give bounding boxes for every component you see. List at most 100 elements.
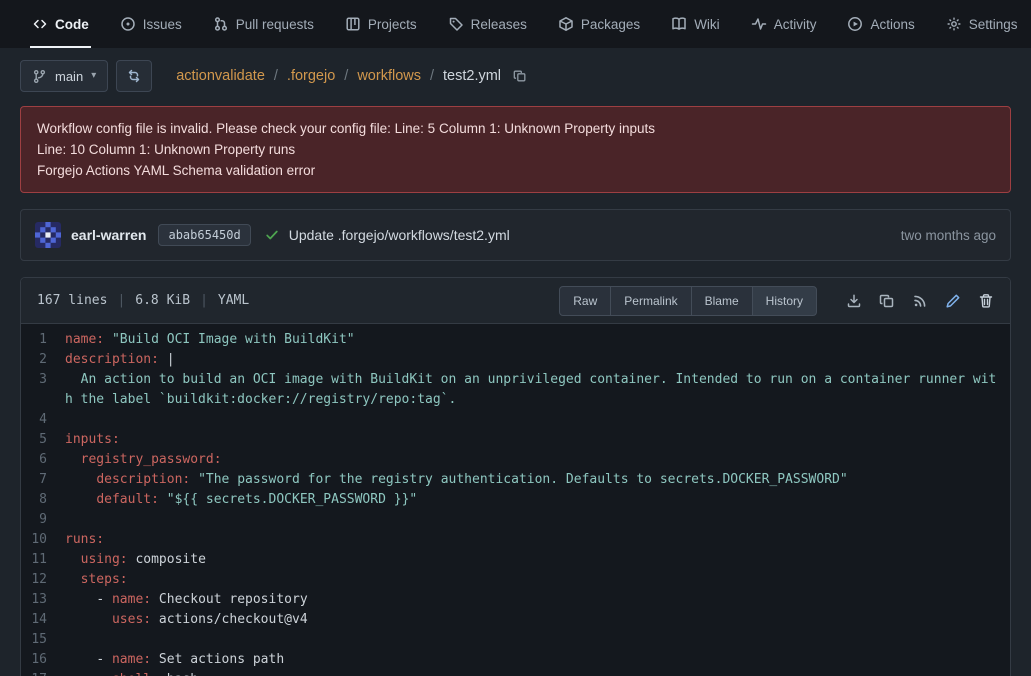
latest-commit-bar: earl-warren abab65450d Update .forgejo/w… <box>20 209 1011 261</box>
line-number[interactable]: 11 <box>21 550 65 570</box>
projects-icon <box>345 16 361 32</box>
tab-wiki[interactable]: Wiki <box>669 0 722 48</box>
tab-issues[interactable]: Issues <box>118 0 184 48</box>
line-number[interactable]: 8 <box>21 490 65 510</box>
line-number[interactable]: 1 <box>21 330 65 350</box>
copy-content-button[interactable] <box>875 289 899 313</box>
commit-message[interactable]: Update .forgejo/workflows/test2.yml <box>289 227 510 243</box>
pencil-icon <box>945 293 961 309</box>
line-number[interactable]: 9 <box>21 510 65 530</box>
raw-button[interactable]: Raw <box>559 286 611 316</box>
file-view: 167 lines | 6.8 KiB | YAML Raw Permalink… <box>20 277 1011 676</box>
line-content: runs: <box>65 530 1010 550</box>
breadcrumb-repo-link[interactable]: actionvalidate <box>176 68 265 84</box>
line-number[interactable]: 5 <box>21 430 65 450</box>
line-number[interactable]: 12 <box>21 570 65 590</box>
line-content: uses: actions/checkout@v4 <box>65 610 1010 630</box>
line-number[interactable]: 16 <box>21 650 65 670</box>
code-line: 11 using: composite <box>21 550 1010 570</box>
copy-icon <box>879 293 895 309</box>
commit-time: two months ago <box>901 228 996 243</box>
compare-button[interactable] <box>116 60 152 92</box>
line-number[interactable]: 13 <box>21 590 65 610</box>
line-content: using: composite <box>65 550 1010 570</box>
line-content <box>65 410 1010 430</box>
package-icon <box>558 16 574 32</box>
pull-request-icon <box>213 16 229 32</box>
avatar[interactable] <box>35 222 61 248</box>
copy-path-button[interactable] <box>513 69 527 83</box>
line-content: name: "Build OCI Image with BuildKit" <box>65 330 1010 350</box>
tab-releases[interactable]: Releases <box>446 0 529 48</box>
line-number[interactable]: 14 <box>21 610 65 630</box>
tab-label: Activity <box>774 17 817 32</box>
branch-name: main <box>55 69 83 84</box>
tab-pull-requests[interactable]: Pull requests <box>211 0 316 48</box>
tab-settings[interactable]: Settings <box>944 0 1020 48</box>
tab-code[interactable]: Code <box>30 0 91 48</box>
line-content: registry_password: <box>65 450 1010 470</box>
breadcrumb: actionvalidate / .forgejo / workflows / … <box>176 68 527 84</box>
error-line: Line: 10 Column 1: Unknown Property runs <box>37 139 994 160</box>
pulse-icon <box>751 16 767 32</box>
file-actions: Raw Permalink Blame History <box>559 286 998 316</box>
book-icon <box>671 16 687 32</box>
tab-activity[interactable]: Activity <box>749 0 819 48</box>
line-number[interactable]: 2 <box>21 350 65 370</box>
breadcrumb-separator: / <box>274 68 278 84</box>
permalink-button[interactable]: Permalink <box>610 286 691 316</box>
line-content: inputs: <box>65 430 1010 450</box>
history-button[interactable]: History <box>752 286 817 316</box>
download-icon <box>846 293 862 309</box>
code-line: 2description: | <box>21 350 1010 370</box>
rss-icon <box>912 293 928 309</box>
play-circle-icon <box>847 16 863 32</box>
download-button[interactable] <box>842 289 866 313</box>
file-language: YAML <box>218 293 249 308</box>
line-number[interactable]: 10 <box>21 530 65 550</box>
line-content: An action to build an OCI image with Bui… <box>65 370 1010 410</box>
code-line: 7 description: "The password for the reg… <box>21 470 1010 490</box>
error-line: Workflow config file is invalid. Please … <box>37 118 994 139</box>
top-nav: Code Issues Pull requests Projects Relea… <box>0 0 1031 48</box>
line-number[interactable]: 15 <box>21 630 65 650</box>
commit-sha-badge[interactable]: abab65450d <box>158 224 250 246</box>
error-line: Forgejo Actions YAML Schema validation e… <box>37 160 994 181</box>
breadcrumb-dir-link[interactable]: .forgejo <box>287 68 335 84</box>
line-number[interactable]: 7 <box>21 470 65 490</box>
line-content <box>65 630 1010 650</box>
file-meta: 167 lines | 6.8 KiB | YAML <box>37 293 249 308</box>
issue-icon <box>120 16 136 32</box>
tab-actions[interactable]: Actions <box>845 0 916 48</box>
code-line: 6 registry_password: <box>21 450 1010 470</box>
blame-button[interactable]: Blame <box>691 286 753 316</box>
trash-icon <box>978 293 994 309</box>
code-line: 16 - name: Set actions path <box>21 650 1010 670</box>
tab-label: Pull requests <box>236 17 314 32</box>
line-content: shell: bash <box>65 670 1010 676</box>
breadcrumb-dir-link[interactable]: workflows <box>357 68 421 84</box>
breadcrumb-current-file: test2.yml <box>443 68 501 84</box>
line-content: - name: Set actions path <box>65 650 1010 670</box>
edit-file-button[interactable] <box>941 289 965 313</box>
delete-file-button[interactable] <box>974 289 998 313</box>
tab-label: Packages <box>581 17 640 32</box>
line-number[interactable]: 3 <box>21 370 65 410</box>
branch-selector[interactable]: main ▾ <box>20 60 108 92</box>
tab-label: Issues <box>143 17 182 32</box>
line-number[interactable]: 4 <box>21 410 65 430</box>
code-line: 12 steps: <box>21 570 1010 590</box>
rss-feed-button[interactable] <box>908 289 932 313</box>
tab-projects[interactable]: Projects <box>343 0 419 48</box>
commit-status-check-icon[interactable] <box>265 228 279 242</box>
line-number[interactable]: 17 <box>21 670 65 676</box>
compare-icon <box>126 68 142 84</box>
tab-label: Actions <box>870 17 914 32</box>
tab-packages[interactable]: Packages <box>556 0 642 48</box>
chevron-down-icon: ▾ <box>91 71 96 81</box>
commit-author[interactable]: earl-warren <box>71 227 146 243</box>
file-line-count: 167 lines <box>37 293 107 308</box>
file-toolbar: main ▾ actionvalidate / .forgejo / workf… <box>20 60 1011 92</box>
line-number[interactable]: 6 <box>21 450 65 470</box>
meta-separator: | <box>117 293 125 308</box>
